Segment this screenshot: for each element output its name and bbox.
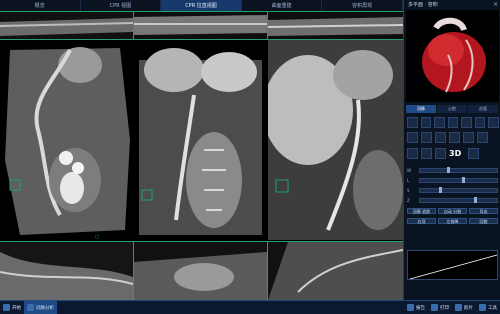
curve-graph[interactable] <box>407 250 498 280</box>
taskbar-report-label: 报告 <box>416 305 425 311</box>
taskbar-tools-label: 工具 <box>488 305 497 311</box>
right-panel: 多平面 · 容积 × 冠脉 心腔 血管 3D W L S Z 冠脉 追踪 自动 … <box>403 0 500 300</box>
tab-cpr-straight[interactable]: CPR 拉直视图 <box>161 0 242 12</box>
viewport-top-right[interactable] <box>267 11 404 40</box>
report-icon <box>407 304 414 311</box>
svg-text:○: ○ <box>95 234 99 240</box>
pan-icon[interactable] <box>420 117 432 128</box>
taskbar-start-label: 开始 <box>12 305 21 311</box>
taskbar-coronary-label: 冠脉分析 <box>36 305 54 311</box>
color-map-icon[interactable] <box>449 132 460 143</box>
3d-label[interactable]: 3D <box>449 148 465 159</box>
control-w-label: W <box>407 168 411 173</box>
taskbar-tools[interactable]: 工具 <box>476 301 500 314</box>
control-z-label: Z <box>407 198 410 203</box>
control-w-knob[interactable] <box>446 167 450 173</box>
tab-curved[interactable]: 曲面重建 <box>242 0 323 12</box>
zoom-icon[interactable] <box>434 117 445 128</box>
taskbar-start[interactable]: 开始 <box>0 301 24 314</box>
taskbar-film[interactable]: 胶片 <box>452 301 476 314</box>
panel-tabs: 冠脉 心腔 血管 <box>406 105 499 113</box>
btn-export[interactable]: 导出 <box>469 208 498 214</box>
vessel-icon[interactable] <box>421 132 432 143</box>
mip-icon[interactable] <box>421 148 432 159</box>
vr-icon[interactable] <box>407 148 418 159</box>
panel-tab-coronary[interactable]: 冠脉 <box>406 105 437 113</box>
control-s-label: S <box>407 188 410 193</box>
viewport-bottom-left[interactable] <box>0 241 134 301</box>
rotate-icon[interactable] <box>407 117 418 128</box>
print-icon <box>431 304 438 311</box>
tool-row-1 <box>407 117 500 129</box>
image-viewer: ○ <box>0 11 404 301</box>
taskbar-coronary[interactable]: 冠脉分析 <box>24 301 57 314</box>
control-l-knob[interactable] <box>462 177 466 183</box>
control-z: Z <box>407 197 498 204</box>
viewport-bottom-right[interactable] <box>267 241 404 301</box>
tab-cpr[interactable]: CPR 视图 <box>81 0 162 12</box>
lock-icon[interactable] <box>463 132 474 143</box>
taskbar-print-label: 打印 <box>440 305 449 311</box>
control-s-slider[interactable] <box>419 187 498 193</box>
control-s: S <box>407 187 498 194</box>
viewport-top-left[interactable] <box>0 11 134 40</box>
film-icon <box>455 304 462 311</box>
btn-lad[interactable]: 左前降 <box>438 218 467 224</box>
control-w-slider[interactable] <box>419 167 498 173</box>
crop-icon[interactable] <box>461 117 472 128</box>
tab-volume[interactable]: 容积再现 <box>322 0 403 12</box>
control-z-slider[interactable] <box>419 197 498 203</box>
viewport-top-center[interactable] <box>133 11 268 40</box>
export-icon[interactable] <box>477 132 488 143</box>
tab-overview[interactable]: 概览 <box>0 0 81 12</box>
panel-tab-chambers[interactable]: 心腔 <box>437 105 468 113</box>
panel-tab-vessels[interactable]: 血管 <box>468 105 499 113</box>
start-icon <box>3 304 10 311</box>
control-l-label: L <box>407 178 410 183</box>
settings-icon[interactable] <box>468 148 479 159</box>
taskbar-print[interactable]: 打印 <box>428 301 452 314</box>
taskbar-film-label: 胶片 <box>464 305 473 311</box>
control-w: W <box>407 167 498 174</box>
taskbar: 开始 冠脉分析 报告 打印 胶片 工具 <box>0 300 500 314</box>
control-l-slider[interactable] <box>419 177 498 183</box>
tool-row-2 <box>407 132 499 144</box>
viewport-bottom-center[interactable] <box>133 241 268 301</box>
heart-3d-view[interactable] <box>406 10 499 102</box>
minip-icon[interactable] <box>435 148 446 159</box>
tools-icon <box>479 304 486 311</box>
viewport-cpr-2[interactable] <box>134 40 267 240</box>
taskbar-right-group: 报告 打印 胶片 工具 <box>404 301 500 314</box>
taskbar-report[interactable]: 报告 <box>404 301 428 314</box>
btn-segment[interactable]: 自动 分割 <box>438 208 467 214</box>
btn-lcx[interactable]: 回旋 <box>469 218 498 224</box>
viewport-cpr-3[interactable] <box>268 40 403 240</box>
window-level-icon[interactable] <box>447 117 459 128</box>
heart-icon[interactable] <box>435 132 446 143</box>
app-icon <box>27 304 34 311</box>
reset-icon[interactable] <box>488 117 500 128</box>
panel-title: 多平面 · 容积 <box>408 2 438 8</box>
close-icon[interactable]: × <box>493 1 498 8</box>
control-z-knob[interactable] <box>473 197 477 203</box>
control-s-knob[interactable] <box>439 187 443 193</box>
app-window: 概览 CPR 视图 CPR 拉直视图 曲面重建 容积再现 ○ 多平面 · 容积 … <box>0 0 500 314</box>
btn-rca[interactable]: 右冠 <box>407 218 436 224</box>
viewport-cpr-1[interactable]: ○ <box>0 40 133 240</box>
tool-row-3: 3D <box>407 148 499 160</box>
btn-track[interactable]: 冠脉 追踪 <box>407 208 436 214</box>
measure-icon[interactable] <box>474 117 486 128</box>
control-l: L <box>407 177 498 184</box>
segment-icon[interactable] <box>407 132 418 143</box>
